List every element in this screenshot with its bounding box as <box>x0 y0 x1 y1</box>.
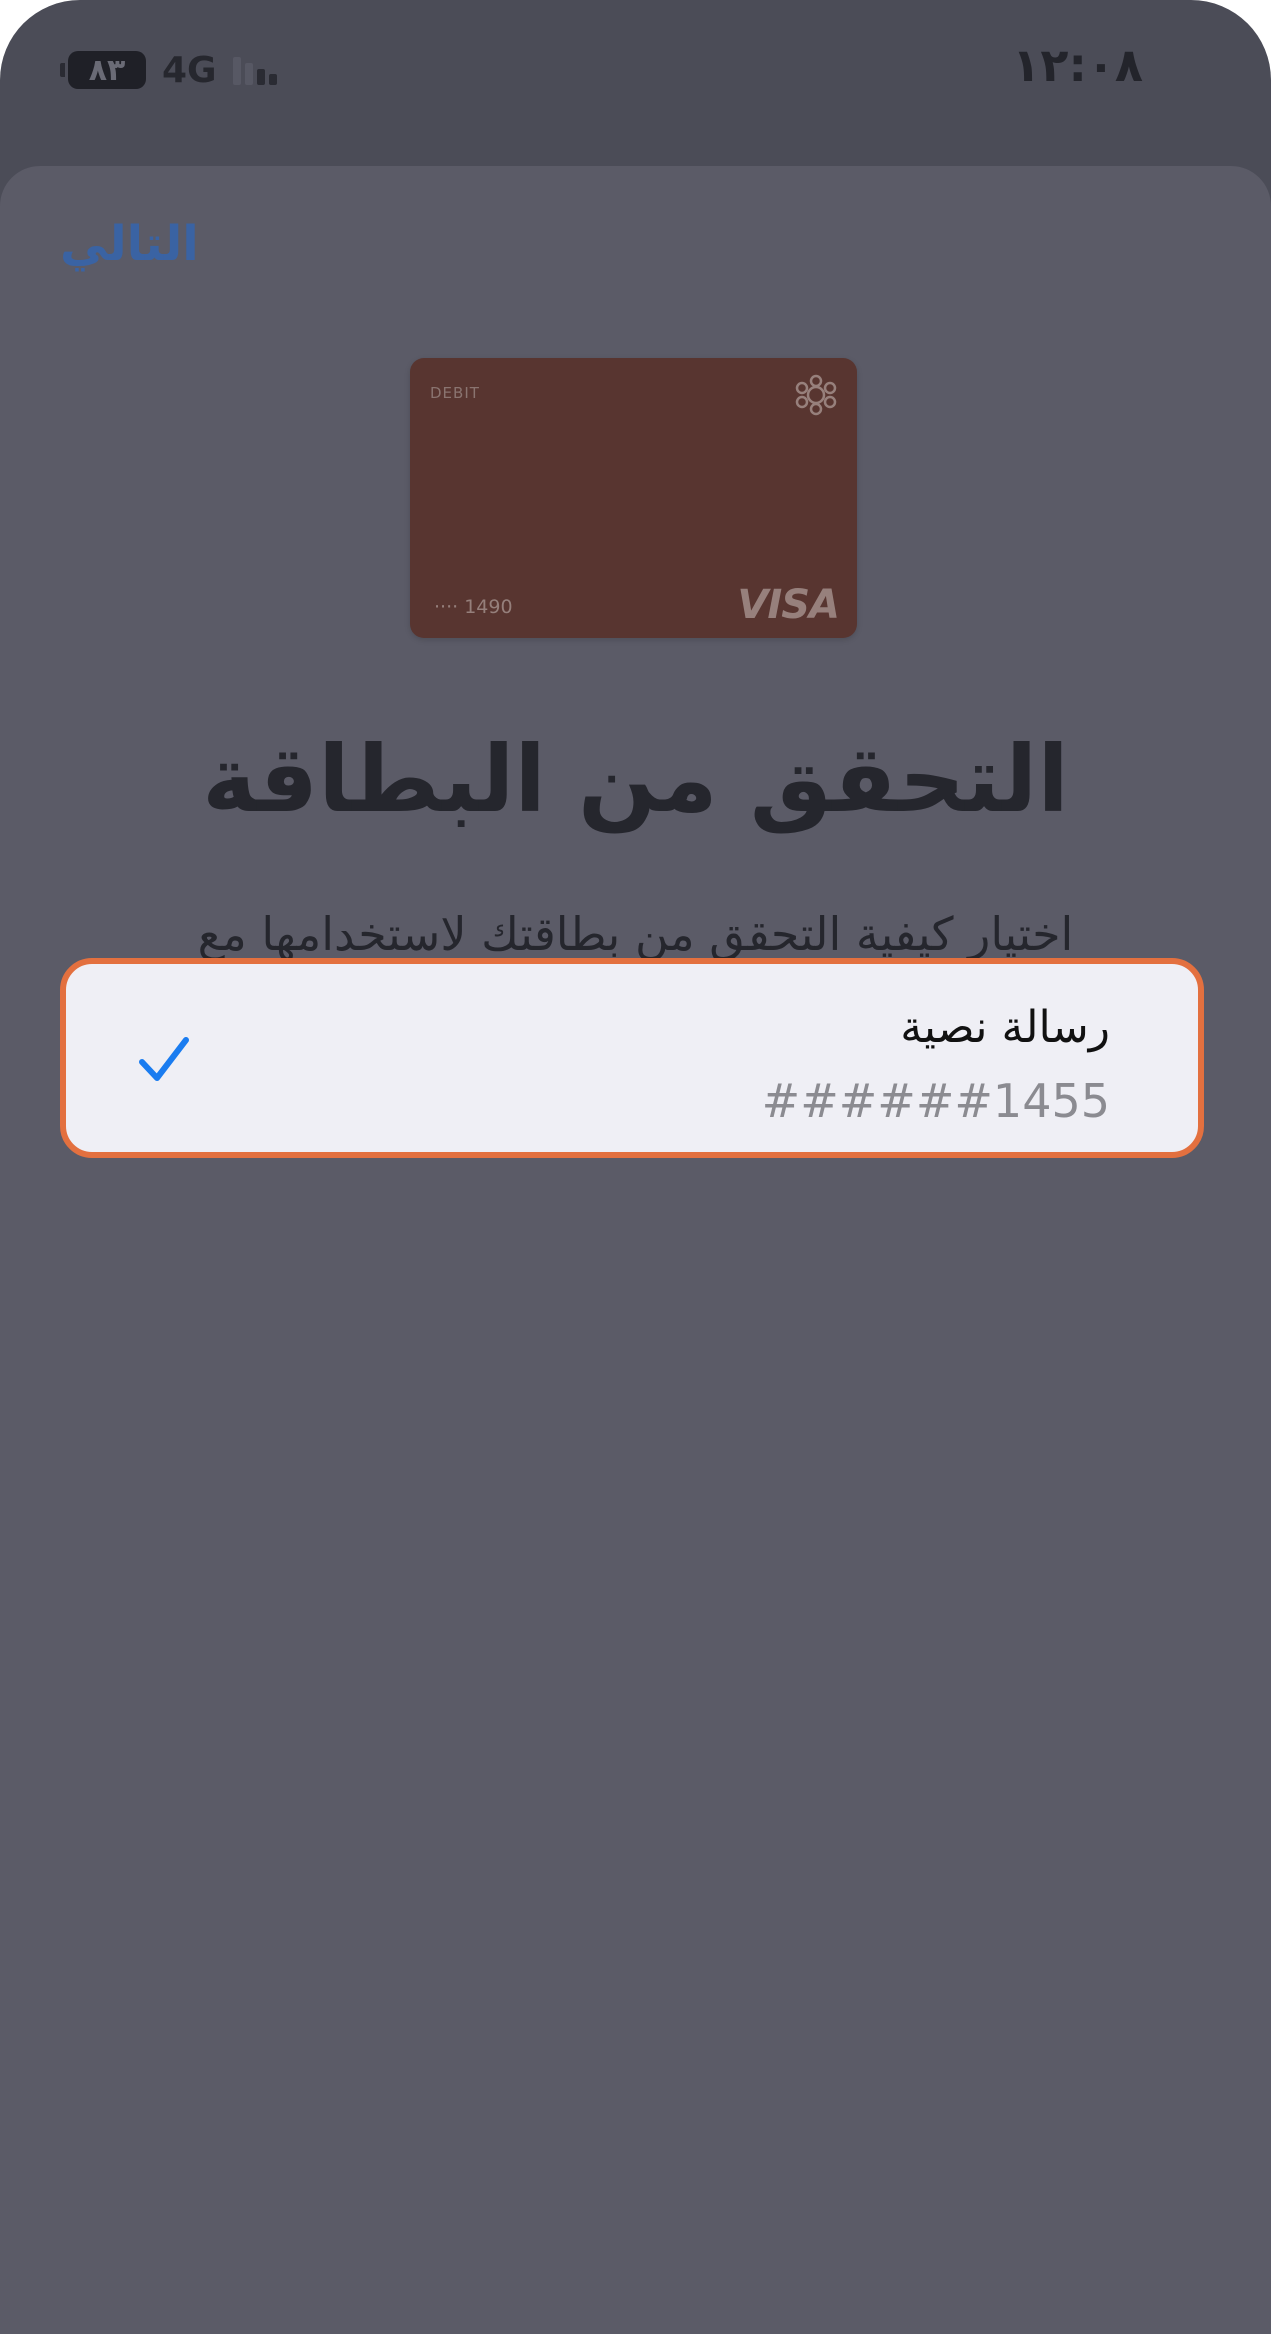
battery-level: ٨٣ <box>88 52 126 88</box>
next-button[interactable]: التالي <box>60 216 199 272</box>
status-indicators: ٨٣ 4G <box>60 48 277 92</box>
status-time: ١٢:٠٨ <box>1012 38 1143 92</box>
card-brand-logo: VISA <box>737 582 840 628</box>
network-type: 4G <box>162 49 217 91</box>
card-type-label: DEBIT <box>430 384 480 402</box>
battery-icon: ٨٣ <box>60 51 146 89</box>
card-image: DEBIT ···· 1490 VISA <box>410 358 857 638</box>
verification-sheet: التالي DEBIT ···· 1490 VISA التحقق من ال… <box>0 166 1271 2334</box>
status-bar: ١٢:٠٨ ٨٣ 4G <box>0 0 1271 140</box>
page-title: التحقق من البطاقة <box>202 726 1069 833</box>
phone-screen: ١٢:٠٨ ٨٣ 4G التالي DEBIT ···· 1490 VISA … <box>0 0 1271 2334</box>
card-number: ···· 1490 <box>434 596 513 618</box>
verification-option-sms[interactable]: رسالة نصية ######1455 <box>60 958 1204 1158</box>
checkmark-icon <box>139 1037 189 1081</box>
option-phone-number: ######1455 <box>761 1074 1110 1128</box>
bank-logo-icon <box>795 374 837 416</box>
signal-strength-icon <box>232 55 277 85</box>
option-title: رسالة نصية <box>900 1002 1110 1053</box>
